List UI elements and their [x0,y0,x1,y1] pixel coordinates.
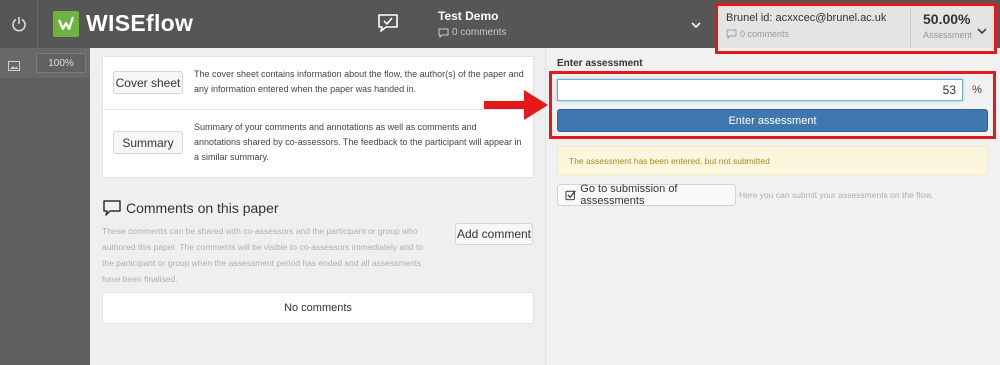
highlight-box-assessor [715,3,997,54]
comments-title: Comments on this paper [126,200,279,216]
image-icon [8,61,20,71]
cover-sheet-description: The cover sheet contains information abo… [194,69,524,94]
assessment-warning: The assessment has been entered, but not… [557,146,988,175]
no-comments-message: No comments [102,292,534,324]
comment-icon [103,200,121,216]
flow-comment-text: 0 comments [452,27,507,38]
logo-icon [57,16,75,31]
arrow-icon [484,88,550,127]
image-toggle[interactable] [8,58,20,76]
add-comment-button[interactable]: Add comment [455,223,533,245]
chevron-down-icon [691,22,701,29]
summary-description: Summary of your comments and annotations… [194,122,522,162]
comments-heading: Comments on this paper [102,199,279,217]
flow-title: Test Demo [438,9,499,23]
wiseflow-logo [53,11,79,37]
checkbox-check-icon [565,190,576,201]
brand-name: WISEflow [86,10,194,36]
flow-dropdown-toggle[interactable] [690,17,702,35]
chat-button[interactable] [376,12,400,39]
go-to-submission-label: Go to submission of assessments [580,183,678,207]
comments-description: These comments can be shared with co-ass… [102,226,424,284]
flow-comment-count: 0 comments [438,27,506,38]
comment-icon [438,28,449,38]
cover-sheet-button[interactable]: Cover sheet [113,71,183,94]
zoom-level[interactable]: 100% [36,53,86,73]
power-button[interactable] [0,0,38,48]
highlight-box-assessment [549,71,996,139]
power-icon [11,17,26,32]
summary-button[interactable]: Summary [113,131,183,154]
go-to-submission-hint: Here you can submit your assessments on … [739,190,934,200]
document-viewer [0,48,90,365]
enter-assessment-label: Enter assessment [557,58,643,69]
chat-icon [378,14,398,32]
go-to-submission-button[interactable]: Go to submission of assessments [557,183,736,207]
divider [103,109,533,110]
